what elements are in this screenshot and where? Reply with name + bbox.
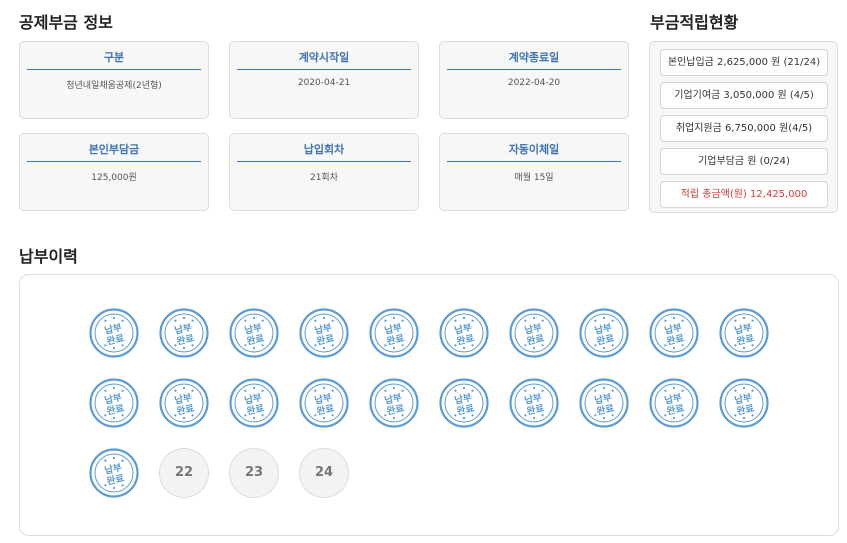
paid-stamp-icon: 납부 완료	[509, 308, 559, 358]
status-item-company-contribution: 기업기여금 3,050,000 원 (4/5)	[660, 82, 828, 109]
info-section-title: 공제부금 정보	[19, 13, 113, 32]
info-card-value: 매월 15일	[514, 173, 554, 183]
payment-history-box: 납부 완료 납부 완료 납부 완료 납부 완료 납부 완료 납부 완료 납부 완료 납부 완료 납부 완료 납부 완료…	[19, 274, 839, 536]
info-card-value: 청년내일채움공제(2년형)	[66, 81, 162, 91]
info-card-type: 구분 청년내일채움공제(2년형)	[19, 41, 209, 119]
paid-stamp-icon: 납부 완료	[439, 308, 489, 358]
total-value: 12,425,000	[750, 189, 808, 200]
paid-stamp-icon: 납부 완료	[89, 448, 139, 498]
info-card-value: 2020-04-21	[297, 78, 351, 88]
paid-stamp-icon: 납부 완료	[649, 308, 699, 358]
paid-stamp-icon: 납부 완료	[369, 308, 419, 358]
info-card-auto-transfer-day: 자동이체일 매월 15일	[439, 133, 629, 211]
info-card-payment-round: 납입회차 21회차	[229, 133, 419, 211]
info-card-value: 2022-04-20	[507, 78, 561, 88]
status-item-company-burden: 기업부담금 원 (0/24)	[660, 148, 828, 175]
history-section-title: 납부이력	[19, 247, 78, 266]
paid-stamp-icon: 납부 완료	[579, 308, 629, 358]
status-item-employment-support: 취업지원금 6,750,000 원(4/5)	[660, 115, 828, 142]
info-card-label: 구분	[27, 50, 201, 70]
info-card-end-date: 계약종료일 2022-04-20	[439, 41, 629, 119]
paid-stamp-icon: 납부 완료	[299, 378, 349, 428]
status-item-self-payment: 본인납입금 2,625,000 원 (21/24)	[660, 49, 828, 76]
status-section-title: 부금적립현황	[650, 13, 739, 32]
paid-stamp-icon: 납부 완료	[439, 378, 489, 428]
paid-stamp-icon: 납부 완료	[229, 378, 279, 428]
paid-stamp-icon: 납부 완료	[299, 308, 349, 358]
unpaid-round-circle: 24	[299, 448, 349, 498]
paid-stamp-icon: 납부 완료	[369, 378, 419, 428]
paid-stamp-icon: 납부 완료	[89, 378, 139, 428]
paid-stamp-icon: 납부 완료	[649, 378, 699, 428]
paid-stamp-icon: 납부 완료	[579, 378, 629, 428]
info-card-value: 21회차	[309, 173, 338, 183]
paid-stamp-icon: 납부 완료	[719, 378, 769, 428]
paid-stamp-icon: 납부 완료	[229, 308, 279, 358]
info-card-label: 본인부담금	[27, 142, 201, 162]
info-card-value: 125,000원	[91, 173, 137, 183]
unpaid-round-circle: 22	[159, 448, 209, 498]
info-card-start-date: 계약시작일 2020-04-21	[229, 41, 419, 119]
status-item-total: 적립 총금액(원) 12,425,000	[660, 181, 828, 208]
info-card-label: 자동이체일	[447, 142, 621, 162]
paid-stamp-icon: 납부 완료	[159, 308, 209, 358]
paid-stamp-icon: 납부 완료	[719, 308, 769, 358]
unpaid-round-circle: 23	[229, 448, 279, 498]
status-panel: 본인납입금 2,625,000 원 (21/24) 기업기여금 3,050,00…	[649, 41, 838, 213]
info-card-label: 납입회차	[237, 142, 411, 162]
paid-stamp-icon: 납부 완료	[89, 308, 139, 358]
total-label: 적립 총금액(원)	[680, 189, 747, 200]
paid-stamp-icon: 납부 완료	[159, 378, 209, 428]
info-card-label: 계약시작일	[237, 50, 411, 70]
info-card-label: 계약종료일	[447, 50, 621, 70]
info-card-self-payment: 본인부담금 125,000원	[19, 133, 209, 211]
paid-stamp-icon: 납부 완료	[509, 378, 559, 428]
